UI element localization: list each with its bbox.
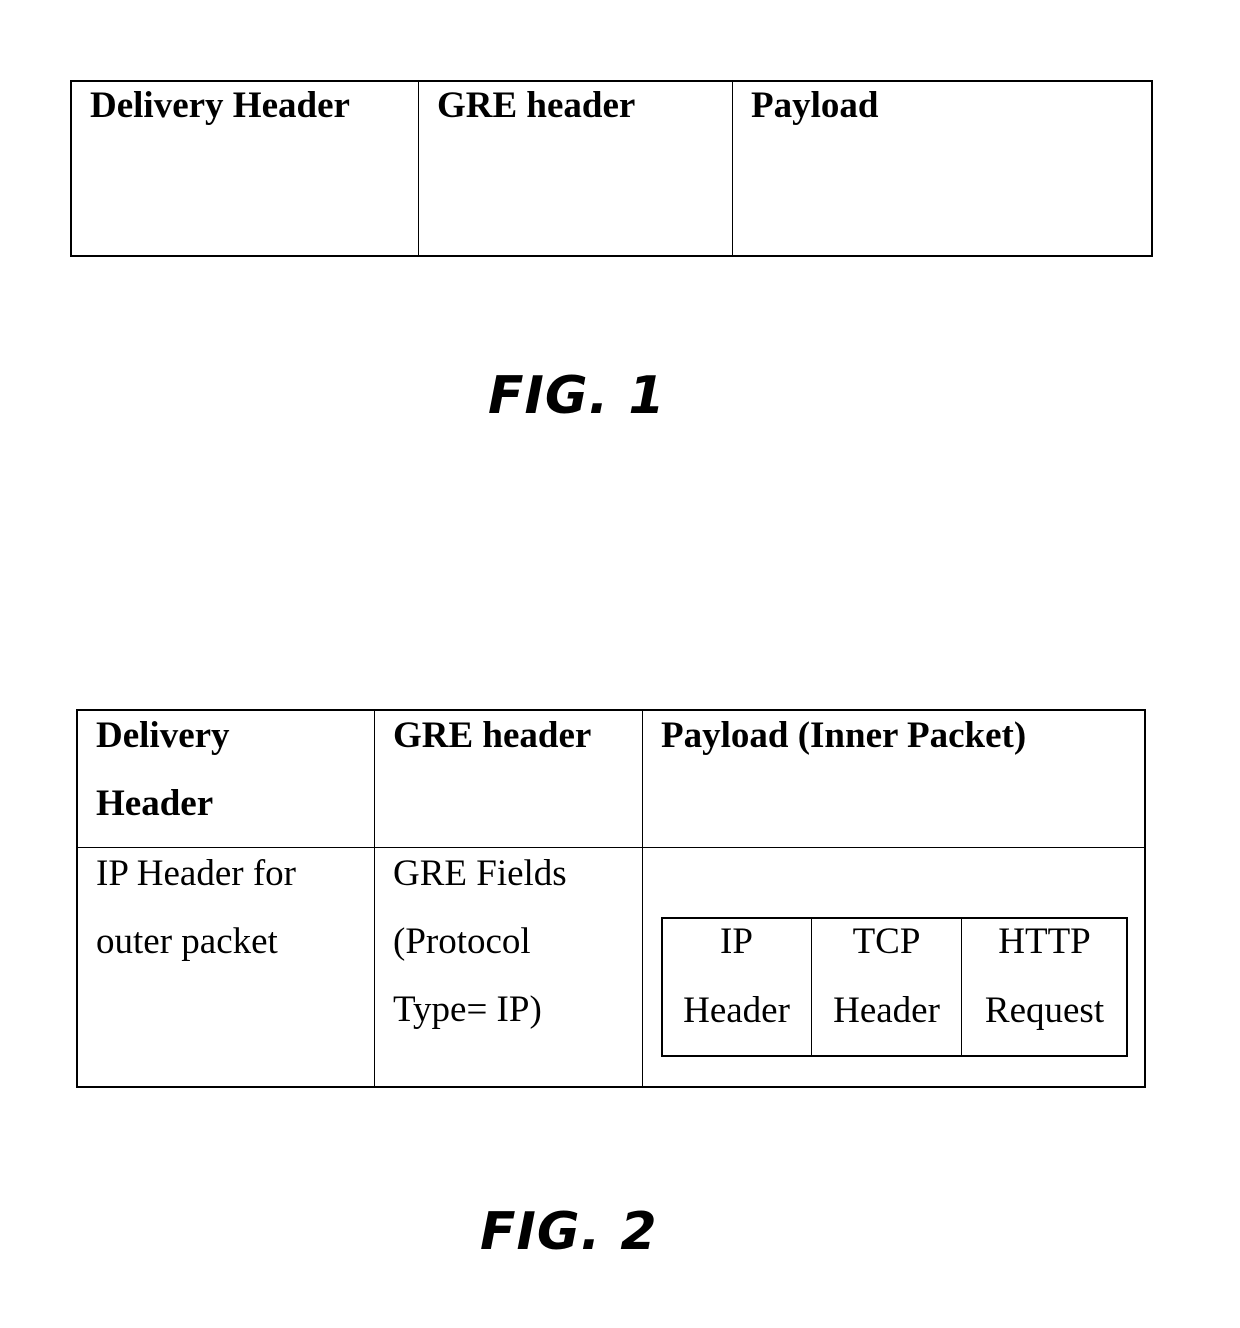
fig2-gre-line3: Type= IP) <box>393 989 542 1030</box>
fig2-gre-line1: GRE Fields <box>393 853 567 894</box>
fig2-header-delivery-line1: Delivery <box>96 715 230 756</box>
inner-tcp-line1: TCP <box>852 921 921 962</box>
inner-tcp-line2: Header <box>833 990 940 1031</box>
inner-http-line2: Request <box>984 990 1105 1031</box>
fig2-header-gre: GRE header <box>393 715 592 756</box>
fig1-divider-2 <box>732 81 733 256</box>
inner-ip-line2: Header <box>683 990 790 1031</box>
fig1-cell-payload: Payload <box>751 85 879 126</box>
fig2-header-payload: Payload (Inner Packet) <box>661 715 1027 756</box>
inner-ip-line1: IP <box>720 921 753 962</box>
inner-http-line1: HTTP <box>998 921 1091 962</box>
fig2-gre-line2: (Protocol <box>393 921 531 962</box>
fig2-divider-1 <box>374 710 375 1087</box>
fig2-delivery-line1: IP Header for <box>96 853 296 894</box>
fig2-delivery-line2: outer packet <box>96 921 278 962</box>
fig2-label: FIG. 2 <box>480 1202 658 1262</box>
fig2-header-delivery-line2: Header <box>96 783 214 824</box>
fig2-divider-2 <box>642 710 643 1087</box>
fig1-label: FIG. 1 <box>488 366 666 426</box>
fig1-cell-gre-header: GRE header <box>437 85 636 126</box>
fig1-cell-delivery-header: Delivery Header <box>90 85 350 126</box>
fig1-divider-1 <box>418 81 419 256</box>
